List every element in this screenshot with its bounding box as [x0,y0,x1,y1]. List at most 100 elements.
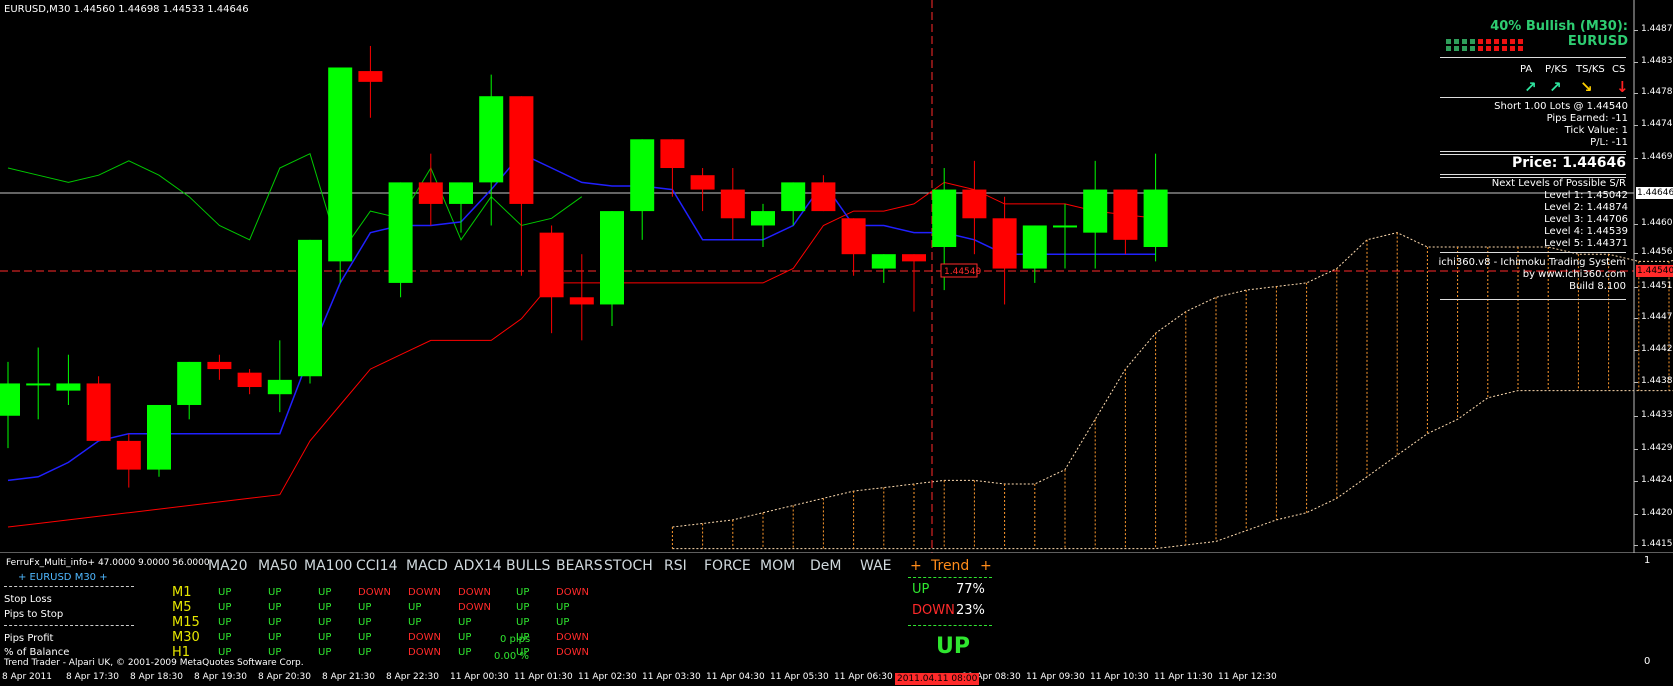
price-tick: 1.44425 [1641,344,1673,354]
time-tick: 11 Apr 02:30 [578,672,637,682]
bull-candle [388,182,413,283]
bull-candle [0,383,20,416]
signal-cell: UP [218,602,232,613]
time-tick: 8 Apr 17:30 [66,672,119,682]
signal-cell: UP [318,647,332,658]
price-tick-mark [1634,318,1638,319]
price-tick-mark [1634,62,1638,63]
bear-candle [418,182,443,204]
bull-candle [871,254,896,269]
price-display: Price: 1.44646 [1512,155,1626,171]
signal-cell: UP [218,587,232,598]
divider [4,625,134,626]
strength-square [1494,46,1499,51]
price-tick: 1.44605 [1641,218,1673,228]
time-tick: 8 Apr 2011 [2,672,52,682]
bull-candle [298,239,322,377]
signal-cell: UP [516,602,530,613]
bull-candle [1053,225,1077,228]
signal-cell: UP [358,632,372,643]
timeframe-label: M1 [172,585,192,600]
price-tick: 1.44380 [1641,376,1673,386]
price-tick-mark [1634,30,1638,31]
price-tick-mark [1634,93,1638,94]
timeframe-label: M30 [172,630,200,645]
time-tick: 11 Apr 00:30 [450,672,509,682]
trend-down-label: DOWN [912,603,955,618]
time-tick: 11 Apr 06:30 [834,672,893,682]
indicator-header: MACD [406,558,448,574]
strength-square [1510,46,1515,51]
signal-cell: UP [556,602,570,613]
time-tick: 8 Apr 19:30 [194,672,247,682]
divider [1440,57,1626,58]
signal-cell: UP [458,647,472,658]
bull-candle [267,379,292,395]
indicator-header: FORCE [704,558,751,574]
price-tick: 1.44470 [1641,312,1673,322]
bull-candle [1083,189,1108,233]
signal-arrow-icon: ↓ [1616,78,1629,96]
trend-plus-right: + [980,558,992,574]
sr-level: Level 5: 1.44371 [1544,238,1628,249]
bull-candle [26,383,51,386]
price-tick-mark [1634,416,1638,417]
trade-line: P/L: -11 [1590,137,1628,148]
price-tick: 1.44740 [1641,119,1673,129]
credit-line: Build 8.100 [1569,281,1626,292]
signal-cell: UP [516,632,530,643]
bear-candle [539,232,564,298]
trend-plus-left: + [910,558,922,574]
bear-candle [237,372,262,388]
signal-col-label: P/KS [1545,64,1568,75]
strength-square [1454,46,1459,51]
trend-down-pct: 23% [956,603,985,618]
bear-candle [720,189,745,219]
divider [908,625,992,626]
signal-cell: UP [458,617,472,628]
signal-cell: UP [318,587,332,598]
price-tick: 1.44515 [1641,281,1673,291]
bear-candle [841,218,866,255]
bull-candle [781,182,806,212]
divider [1440,97,1626,98]
time-tick: 11 Apr 05:30 [770,672,829,682]
divider [1440,252,1626,253]
crosshair-price-tag-text: 1.44540 [944,267,981,277]
timeframe-label: M5 [172,600,192,615]
sr-level: Level 2: 1.44874 [1544,202,1628,213]
price-tick: 1.44245 [1641,475,1673,485]
signal-cell: UP [318,632,332,643]
credit-line: ichi360.v8 - Ichimoku Trading System [1438,257,1627,268]
strength-square [1462,39,1467,44]
signal-cell: UP [408,602,422,613]
price-tick-mark [1634,514,1638,515]
signal-cell: DOWN [408,587,441,598]
divider [1440,174,1626,175]
price-chart[interactable]: 1.44540 [0,0,1673,553]
strength-square [1494,39,1499,44]
signal-cell: DOWN [458,602,491,613]
current-price-tag: 1.44646 [1636,187,1673,199]
bull-candle [449,182,473,204]
strength-square [1446,39,1451,44]
strength-square [1446,46,1451,51]
price-tick: 1.44200 [1641,508,1673,518]
signal-arrow-icon: ↘ [1580,78,1593,96]
bull-candle [600,211,624,305]
signal-cell: UP [268,647,282,658]
strength-square [1470,39,1475,44]
position-price-tag: 1.44540 [1636,265,1673,277]
bear-candle [962,189,987,219]
bull-candle [479,96,504,183]
strength-square [1478,46,1483,51]
indicator-header: MOM [760,558,796,574]
strength-square [1454,39,1459,44]
signal-col-label: PA [1520,64,1533,75]
stop-loss-label: Stop Loss [4,594,52,605]
sr-level: Level 1: 1.45042 [1544,190,1628,201]
divider [908,577,992,578]
signal-cell: UP [516,617,530,628]
signal-cell: DOWN [556,647,589,658]
bear-candle [509,96,534,204]
